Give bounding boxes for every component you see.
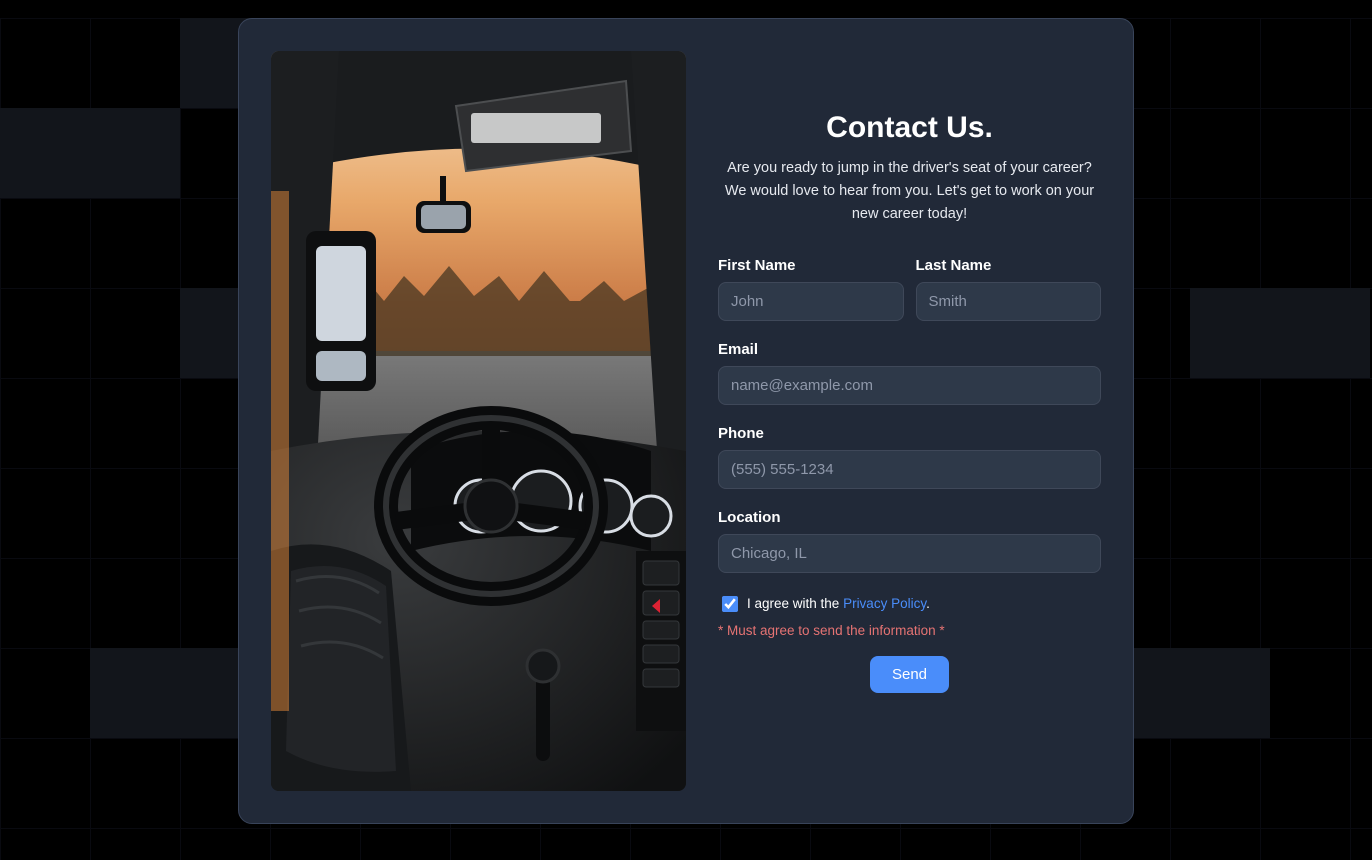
contact-form: Contact Us. Are you ready to jump in the… — [718, 51, 1101, 791]
send-button[interactable]: Send — [870, 656, 949, 693]
first-name-label: First Name — [718, 257, 904, 274]
truck-cab-image — [271, 51, 686, 791]
phone-input[interactable] — [718, 450, 1101, 489]
contact-modal: Contact Us. Are you ready to jump in the… — [238, 18, 1134, 824]
email-label: Email — [718, 341, 1101, 358]
phone-label: Phone — [718, 425, 1101, 442]
first-name-input[interactable] — [718, 282, 904, 321]
location-input[interactable] — [718, 534, 1101, 573]
form-title: Contact Us. — [718, 111, 1101, 145]
last-name-label: Last Name — [916, 257, 1102, 274]
consent-warning: * Must agree to send the information * — [718, 623, 1101, 638]
location-label: Location — [718, 509, 1101, 526]
email-input[interactable] — [718, 366, 1101, 405]
privacy-policy-link[interactable]: Privacy Policy — [843, 596, 926, 611]
consent-text: I agree with the Privacy Policy. — [747, 596, 930, 611]
consent-checkbox[interactable] — [722, 596, 738, 612]
last-name-input[interactable] — [916, 282, 1102, 321]
form-lead: Are you ready to jump in the driver's se… — [718, 157, 1101, 227]
